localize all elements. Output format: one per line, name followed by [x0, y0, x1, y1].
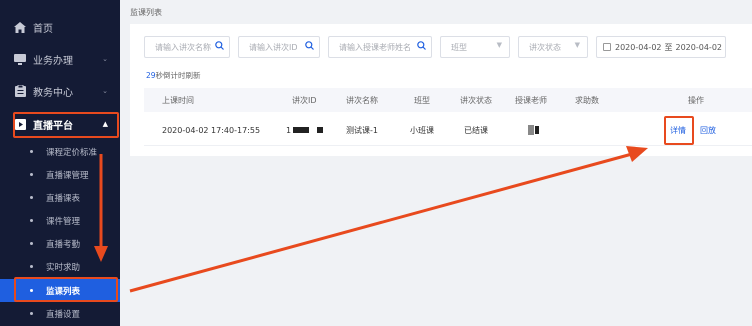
annotation-arrows: [94, 146, 648, 293]
down-arrow-head: [94, 246, 108, 262]
diagonal-arrow-shaft: [129, 152, 633, 293]
diagonal-arrow-head: [626, 146, 648, 162]
